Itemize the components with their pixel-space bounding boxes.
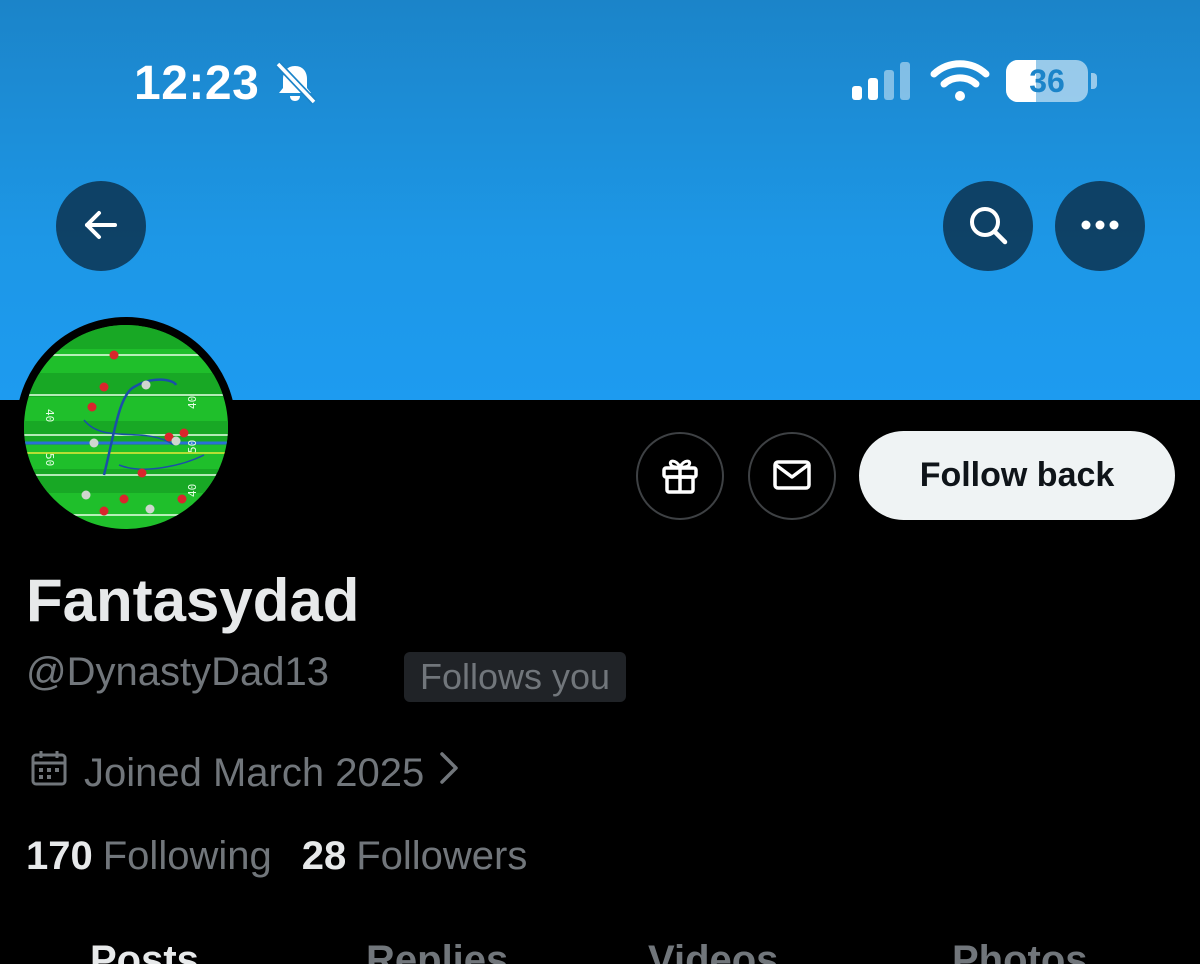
svg-text:50: 50 <box>186 440 199 453</box>
svg-text:40: 40 <box>186 396 199 409</box>
battery-level: 36 <box>1029 63 1065 99</box>
svg-text:50: 50 <box>43 453 56 466</box>
followers-link[interactable]: 28 Followers <box>302 834 528 879</box>
wifi-icon <box>930 60 990 102</box>
back-button[interactable] <box>56 181 146 271</box>
following-link[interactable]: 170 Following <box>26 834 272 879</box>
follows-you-badge: Follows you <box>404 652 627 702</box>
user-handle: @DynastyDad13 <box>26 650 329 694</box>
search-icon <box>966 203 1010 250</box>
following-label: Following <box>102 834 272 878</box>
svg-text:40: 40 <box>43 497 56 510</box>
avatar[interactable]: 40 50 40 40 50 40 <box>16 317 236 537</box>
joined-date-row[interactable]: Joined March 2025 <box>30 748 476 798</box>
calendar-icon <box>30 749 84 797</box>
following-count: 170 <box>26 834 93 878</box>
tab-photos[interactable]: Photos <box>952 938 1088 964</box>
football-field-image: 40 50 40 40 50 40 <box>24 325 228 529</box>
follow-back-button[interactable]: Follow back <box>859 431 1175 520</box>
followers-count: 28 <box>301 834 347 878</box>
status-time: 12:23 <box>134 57 260 110</box>
battery-icon: 36 <box>1006 60 1098 102</box>
tab-replies[interactable]: Replies <box>366 938 508 964</box>
tab-videos[interactable]: Videos <box>648 938 778 964</box>
followers-label: Followers <box>356 834 528 878</box>
bell-slash-icon <box>272 60 318 106</box>
display-name: Fantasydad <box>26 567 360 634</box>
arrow-left-icon <box>81 205 121 248</box>
svg-text:40: 40 <box>43 409 56 422</box>
tab-posts[interactable]: Posts <box>90 938 199 964</box>
follow-stats: 170 Following 28 Followers <box>26 834 527 879</box>
gift-icon <box>658 453 702 500</box>
status-bar: 12:23 36 <box>0 0 1200 165</box>
joined-date: Joined March 2025 <box>84 750 425 795</box>
cellular-signal-icon <box>852 62 914 100</box>
gift-button[interactable] <box>636 432 724 520</box>
more-options-button[interactable] <box>1055 181 1145 271</box>
search-button[interactable] <box>943 181 1033 271</box>
profile-tabs: Posts Replies Videos Photos <box>0 930 1200 964</box>
ellipsis-icon <box>1078 219 1122 234</box>
envelope-icon <box>770 453 814 500</box>
chevron-right-icon <box>438 750 476 796</box>
message-button[interactable] <box>748 432 836 520</box>
svg-text:40: 40 <box>186 484 199 497</box>
